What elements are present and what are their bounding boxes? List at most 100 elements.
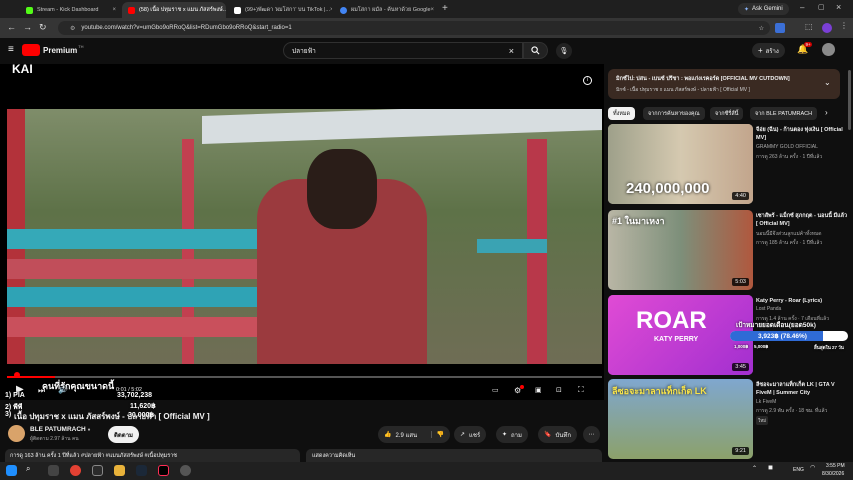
obs-icon[interactable] (180, 465, 191, 476)
chip-from-search[interactable]: จากการค้นหาของคุณ (643, 107, 705, 120)
task-view-icon[interactable] (48, 465, 59, 476)
ask-gemini-label: Ask Gemini (752, 6, 783, 12)
ask-gemini-button[interactable]: ✦ Ask Gemini (738, 3, 789, 15)
window-close-icon[interactable]: × (836, 2, 841, 12)
search-input[interactable]: ปลายฟ้า × (283, 42, 523, 59)
voice-search-button[interactable]: 🎙 (556, 43, 572, 59)
forward-icon[interactable]: → (23, 22, 32, 32)
clear-search-icon[interactable]: × (509, 46, 514, 56)
thumbs-down-icon[interactable]: 👎 (430, 431, 444, 438)
red-plank (7, 317, 297, 337)
next-icon[interactable]: ⏭ (38, 386, 45, 396)
channel-watermark: KAÏ (12, 64, 33, 76)
clock-date[interactable]: 8/30/2026 (822, 471, 844, 477)
fullscreen-icon[interactable]: ⛶ (578, 385, 584, 395)
search-icon (531, 46, 540, 55)
network-icon[interactable]: ◠ (810, 464, 815, 471)
clock-time[interactable]: 3:55 PM (826, 463, 845, 469)
comments-box[interactable]: แสดงความคิดเห็น (306, 449, 602, 463)
list-item[interactable]: ลีซอจะมาลาแท็กเก็ต LK 9:21 ลีซอจะมาลาแท็… (608, 379, 848, 461)
tab-youtube-video[interactable]: (58) เนื้อ ปทุมราช x แมน ภัสสร์พงษ์... × (122, 2, 226, 18)
menu-kebab-icon[interactable]: ⋮ (840, 21, 848, 30)
page-scrollbar[interactable] (848, 70, 851, 130)
chevron-down-icon[interactable]: ⌄ (824, 78, 831, 87)
tray-chevron-icon[interactable]: ⌃ (752, 465, 757, 472)
captions-icon[interactable]: ▭ (492, 386, 499, 394)
progress-scrubber[interactable] (14, 372, 20, 378)
channel-name[interactable]: BLE PATUMRACH ● (30, 426, 91, 433)
volume-icon[interactable]: 🔊 (58, 385, 68, 394)
create-button[interactable]: + สร้าง (752, 43, 785, 58)
minimize-icon[interactable]: – (800, 3, 804, 12)
chip-from-channel[interactable]: จาก BLE PATUMRACH (750, 107, 818, 120)
rec-title: จีอ่ย (ฉีน) - ก้านตอง ทุ่งเงิน [ Officia… (756, 127, 843, 141)
youtube-logo[interactable]: Premium TH (22, 44, 84, 56)
input-language[interactable]: ENG (793, 467, 804, 473)
info-icon[interactable]: i (583, 76, 592, 85)
share-button[interactable]: ↗ แชร์ (454, 426, 487, 443)
sparkle-icon: ✦ (502, 432, 508, 438)
tab-label: (99+)พัฒดา 'ผมโสกา' บน TikTok |... (245, 7, 330, 13)
hamburger-menu-icon[interactable]: ≡ (8, 44, 14, 55)
cast-icon[interactable]: ⊡ (556, 386, 562, 394)
windows-start-icon[interactable] (6, 465, 17, 476)
browser-tab-bar: Stream - Kick Dashboard × (58) เนื้อ ปทุ… (0, 0, 853, 18)
stats-label: 1) PIA (5, 392, 25, 399)
video-player[interactable]: KAÏ i คนที่รักคุณขนาดนี้ ▶ ⏭ 🔊 0:01 / 5:… (0, 64, 604, 400)
goal-footer-right: สิ้นสุดใน 27 วัน (814, 345, 844, 350)
terminal-icon[interactable] (92, 465, 103, 476)
video-frame (7, 109, 602, 364)
tab-tiktok[interactable]: (99+)พัฒดา 'ผมโสกา' บน TikTok |... × (228, 2, 332, 18)
rec-meta: การดู 2.9 พัน ครั้ง · 18 ชม. ที่แล้ว (756, 408, 828, 414)
chip-all[interactable]: ทั้งหมด (608, 107, 636, 120)
profile-avatar[interactable] (822, 23, 832, 33)
tab-google-search[interactable]: ผมโสกา ผมัล - ค้นหาด้วย Google × (334, 2, 438, 18)
search-button[interactable] (523, 42, 548, 59)
more-actions-button[interactable]: ⋯ (583, 426, 600, 443)
list-item[interactable]: #1 ในมาเหงา 5:03 เซาสัพร้ - แม็กซ์ สุภกฤ… (608, 210, 848, 292)
miniplayer-icon[interactable]: ▣ (535, 386, 542, 394)
windows-taskbar (0, 462, 853, 480)
site-info-icon[interactable]: ⚙ (70, 25, 75, 32)
subscribe-button[interactable]: ติดตาม (108, 426, 140, 443)
extensions-puzzle-icon[interactable]: ⬚ (805, 22, 813, 31)
progress-bar[interactable] (7, 376, 602, 378)
close-icon[interactable]: × (112, 7, 116, 13)
ask-button[interactable]: ✦ ถาม (496, 426, 528, 443)
list-item[interactable]: 240,000,000 4:40 จีอ่ย (ฉีน) - ก้านตอง ท… (608, 124, 848, 206)
thumb-overlay-text: 240,000,000 (626, 180, 710, 197)
back-icon[interactable]: ← (7, 22, 16, 32)
chevron-right-icon[interactable]: › (825, 108, 828, 117)
reload-icon[interactable]: ↻ (39, 22, 47, 33)
description-box[interactable]: การดู 163 ล้าน ครั้ง 1 ปีที่แล้ว #ปลายฟ้… (5, 449, 300, 463)
extension-icon[interactable] (775, 23, 785, 33)
video-thumbnail: ลีซอจะมาลาแท็กเก็ต LK 9:21 (608, 379, 753, 459)
goal-value: 3,923฿ (78.46%) (758, 333, 807, 340)
taskbar-search-icon[interactable]: ⌕ (26, 464, 30, 474)
donation-goal-overlay: เป้าหมายยอดเดือน(ยอด50k) 3,923฿ (78.46%)… (728, 320, 852, 354)
description-meta: การดู 163 ล้าน ครั้ง 1 ปีที่แล้ว #ปลายฟ้… (10, 453, 178, 459)
maximize-icon[interactable]: ▢ (818, 3, 825, 11)
url-input[interactable]: ⚙ youtube.com/watch?v=umGbo9oRRoQ&list=R… (58, 21, 770, 35)
account-avatar[interactable] (822, 43, 835, 56)
bookmark-star-icon[interactable]: ☆ (759, 25, 764, 32)
tab-kick-dashboard[interactable]: Stream - Kick Dashboard × (20, 2, 122, 18)
file-explorer-icon[interactable] (114, 465, 125, 476)
tray-app-icon[interactable]: ◼ (768, 464, 773, 471)
save-button[interactable]: 🔖 บันทึก (538, 426, 577, 443)
chrome-icon[interactable] (70, 465, 81, 476)
mix-playlist-panel[interactable]: มิกซ์ไป: บ่สน - เบนซ์ ปรีชา : พอแก่งเรคอ… (608, 69, 840, 99)
chip-from-series[interactable]: จากซีรี่ส์นี้ (710, 107, 744, 120)
comments-label: แสดงความคิดเห็น (312, 453, 356, 459)
tiktok-icon (234, 6, 241, 14)
youtube-icon (128, 6, 135, 14)
tiktok-taskbar-icon[interactable] (158, 465, 169, 476)
thumb-overlay-text: ROAR (636, 307, 707, 334)
channel-avatar[interactable] (8, 425, 25, 442)
like-button[interactable]: 👍 2.9 แสน 👎 (378, 426, 450, 443)
rec-title: เซาสัพร้ - แม็กซ์ สุภกฤต - นอนนี้ มีแล้ว… (756, 213, 848, 227)
steam-icon[interactable] (136, 465, 147, 476)
close-icon[interactable]: × (330, 7, 332, 13)
new-tab-button[interactable]: + (442, 3, 448, 14)
close-icon[interactable]: × (431, 7, 435, 13)
